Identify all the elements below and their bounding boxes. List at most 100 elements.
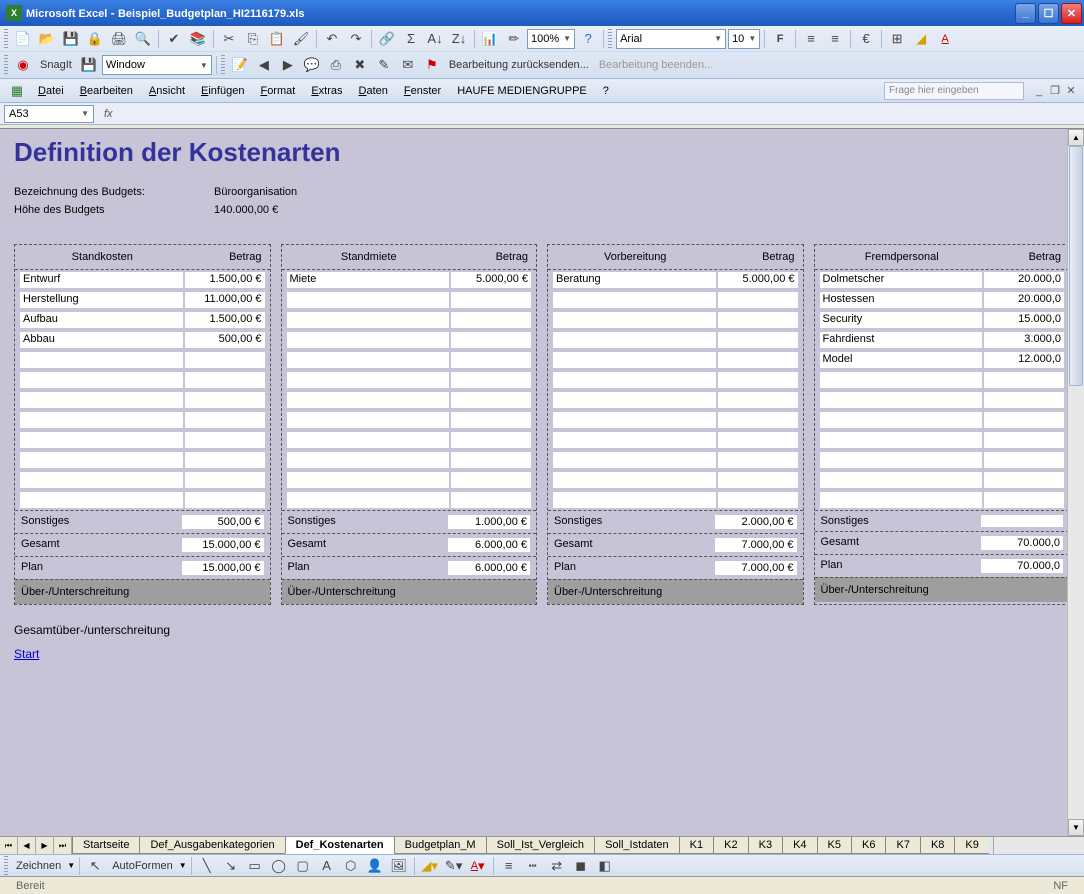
scroll-down-icon[interactable]: ▼ xyxy=(1068,819,1084,836)
rectangle-icon[interactable]: ▭ xyxy=(244,855,266,877)
bold-icon[interactable]: F xyxy=(769,28,791,50)
font-dropdown[interactable]: Arial▼ xyxy=(616,29,726,49)
autoshapes-menu[interactable]: AutoFormen xyxy=(108,860,177,872)
menu-datei[interactable]: Datei xyxy=(30,82,72,100)
ask-question-input[interactable]: Frage hier eingeben xyxy=(884,82,1024,100)
drawing-icon[interactable]: ✏ xyxy=(503,28,525,50)
excel-doc-icon[interactable]: ▦ xyxy=(6,80,28,102)
grip[interactable] xyxy=(608,29,612,49)
oval-icon[interactable]: ◯ xyxy=(268,855,290,877)
grip[interactable] xyxy=(4,29,8,49)
scroll-up-icon[interactable]: ▲ xyxy=(1068,129,1084,146)
flag-icon[interactable]: ⚑ xyxy=(421,54,443,76)
textbox-icon[interactable]: ▢ xyxy=(292,855,314,877)
table-row[interactable]: Hostessen20.000,0 xyxy=(815,290,1070,310)
sheet-tab-k8[interactable]: K8 xyxy=(920,837,955,854)
3d-icon[interactable]: ◧ xyxy=(594,855,616,877)
doc-restore-icon[interactable]: ❐ xyxy=(1048,84,1062,98)
table-row[interactable] xyxy=(282,490,537,510)
menu-daten[interactable]: Daten xyxy=(351,82,396,100)
worksheet[interactable]: Definition der Kostenarten Bezeichnung d… xyxy=(0,129,1084,836)
snagit-window-dropdown[interactable]: Window▼ xyxy=(102,55,212,75)
sheet-tab-k1[interactable]: K1 xyxy=(679,837,714,854)
table-row[interactable] xyxy=(815,470,1070,490)
tab-prev-icon[interactable]: ◀ xyxy=(18,837,36,854)
snagit-icon[interactable]: ◉ xyxy=(12,54,34,76)
open-icon[interactable]: 📂 xyxy=(36,28,58,50)
sheet-tab-k5[interactable]: K5 xyxy=(817,837,852,854)
table-row[interactable]: Beratung5.000,00 € xyxy=(548,270,803,290)
picture-icon[interactable]: 🖼 xyxy=(388,855,410,877)
next-comment-icon[interactable]: ▶ xyxy=(277,54,299,76)
show-all-icon[interactable]: ⎙ xyxy=(325,54,347,76)
maximize-button[interactable]: ☐ xyxy=(1038,3,1059,24)
table-row[interactable]: Model12.000,0 xyxy=(815,350,1070,370)
align-left-icon[interactable]: ≡ xyxy=(800,28,822,50)
line-color-icon[interactable]: ✎▾ xyxy=(443,855,465,877)
snagit-save-icon[interactable]: 💾 xyxy=(78,54,100,76)
sheet-tab-budgetplan_m[interactable]: Budgetplan_M xyxy=(394,837,487,854)
fontsize-dropdown[interactable]: 10▼ xyxy=(728,29,760,49)
line-icon[interactable]: ╲ xyxy=(196,855,218,877)
fx-icon[interactable]: fx xyxy=(98,108,119,120)
ink-icon[interactable]: ✎ xyxy=(373,54,395,76)
table-row[interactable] xyxy=(548,310,803,330)
hyperlink-icon[interactable]: 🔗 xyxy=(376,28,398,50)
table-row[interactable] xyxy=(282,310,537,330)
grip[interactable] xyxy=(221,55,225,75)
table-row[interactable]: Fahrdienst3.000,0 xyxy=(815,330,1070,350)
table-row[interactable] xyxy=(282,430,537,450)
zoom-dropdown[interactable]: 100%▼ xyxy=(527,29,575,49)
table-row[interactable]: Entwurf1.500,00 € xyxy=(15,270,270,290)
table-row[interactable] xyxy=(15,450,270,470)
font-color-icon[interactable]: A xyxy=(934,28,956,50)
arrow-icon[interactable]: ↘ xyxy=(220,855,242,877)
table-row[interactable] xyxy=(15,430,270,450)
draw-menu[interactable]: Zeichnen xyxy=(12,860,65,872)
table-row[interactable] xyxy=(548,390,803,410)
fill-color-icon[interactable]: ◢▾ xyxy=(419,855,441,877)
table-row[interactable]: Herstellung11.000,00 € xyxy=(15,290,270,310)
table-row[interactable]: Security15.000,0 xyxy=(815,310,1070,330)
table-row[interactable] xyxy=(15,370,270,390)
table-row[interactable]: Dolmetscher20.000,0 xyxy=(815,270,1070,290)
spell-icon[interactable]: ✔ xyxy=(163,28,185,50)
table-row[interactable] xyxy=(15,410,270,430)
menu-extras[interactable]: Extras xyxy=(303,82,350,100)
table-row[interactable] xyxy=(282,290,537,310)
delete-comment-icon[interactable]: ✖ xyxy=(349,54,371,76)
table-row[interactable] xyxy=(815,370,1070,390)
sheet-tab-k3[interactable]: K3 xyxy=(748,837,783,854)
table-row[interactable] xyxy=(282,470,537,490)
table-row[interactable] xyxy=(548,470,803,490)
preview-icon[interactable]: 🔍 xyxy=(132,28,154,50)
horizontal-scrollbar[interactable] xyxy=(993,837,1084,854)
scroll-thumb[interactable] xyxy=(1069,146,1083,386)
sheet-tab-startseite[interactable]: Startseite xyxy=(72,837,140,854)
table-row[interactable] xyxy=(815,430,1070,450)
table-row[interactable] xyxy=(282,330,537,350)
sheet-tab-k2[interactable]: K2 xyxy=(713,837,748,854)
table-row[interactable] xyxy=(548,290,803,310)
save-icon[interactable]: 💾 xyxy=(60,28,82,50)
table-row[interactable] xyxy=(15,390,270,410)
doc-close-icon[interactable]: ✕ xyxy=(1064,84,1078,98)
name-box[interactable]: A53▼ xyxy=(4,105,94,123)
tab-last-icon[interactable]: ⏭ xyxy=(54,837,72,854)
help-icon[interactable]: ? xyxy=(577,28,599,50)
table-row[interactable] xyxy=(815,390,1070,410)
sheet-tab-soll_istdaten[interactable]: Soll_Istdaten xyxy=(594,837,680,854)
table-row[interactable] xyxy=(15,350,270,370)
font-color-icon[interactable]: A▾ xyxy=(467,855,489,877)
sheet-tab-def_kostenarten[interactable]: Def_Kostenarten xyxy=(285,837,395,854)
copy-icon[interactable]: ⎘ xyxy=(242,28,264,50)
clipart-icon[interactable]: 👤 xyxy=(364,855,386,877)
start-link[interactable]: Start xyxy=(14,647,39,661)
table-row[interactable] xyxy=(282,410,537,430)
grip[interactable] xyxy=(4,55,8,75)
table-row[interactable] xyxy=(548,410,803,430)
sheet-tab-k9[interactable]: K9 xyxy=(954,837,988,854)
table-row[interactable] xyxy=(815,490,1070,510)
sort-asc-icon[interactable]: A↓ xyxy=(424,28,446,50)
tab-next-icon[interactable]: ▶ xyxy=(36,837,54,854)
